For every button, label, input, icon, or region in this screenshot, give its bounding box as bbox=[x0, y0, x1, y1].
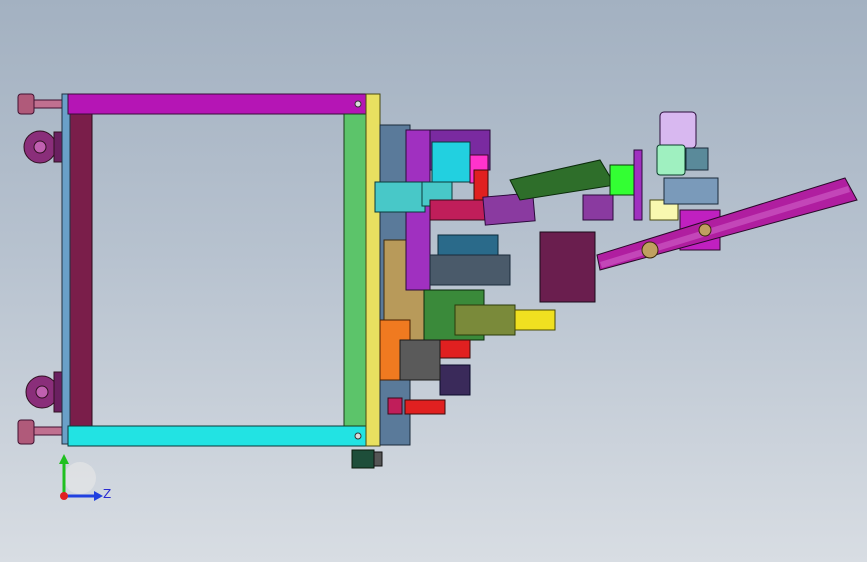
z-axis-label: Z bbox=[103, 487, 111, 501]
x-axis-dot bbox=[60, 492, 68, 500]
yellow-plate bbox=[365, 93, 381, 447]
frame-top-rail bbox=[67, 93, 369, 115]
caster-wheel-bottom bbox=[25, 371, 67, 413]
caster-wheel-top bbox=[23, 130, 67, 164]
cad-viewport[interactable]: Z bbox=[0, 0, 867, 562]
frame-left-edge bbox=[61, 93, 71, 445]
leveling-foot-bottom bbox=[17, 419, 67, 445]
frame-right-post bbox=[343, 113, 367, 427]
leveling-foot-top bbox=[17, 93, 67, 115]
frame-bottom-rail bbox=[67, 425, 369, 447]
feeder-assembly bbox=[482, 149, 679, 303]
axis-triad: Z bbox=[59, 454, 111, 501]
assembly-top-view[interactable]: Z bbox=[0, 0, 867, 562]
